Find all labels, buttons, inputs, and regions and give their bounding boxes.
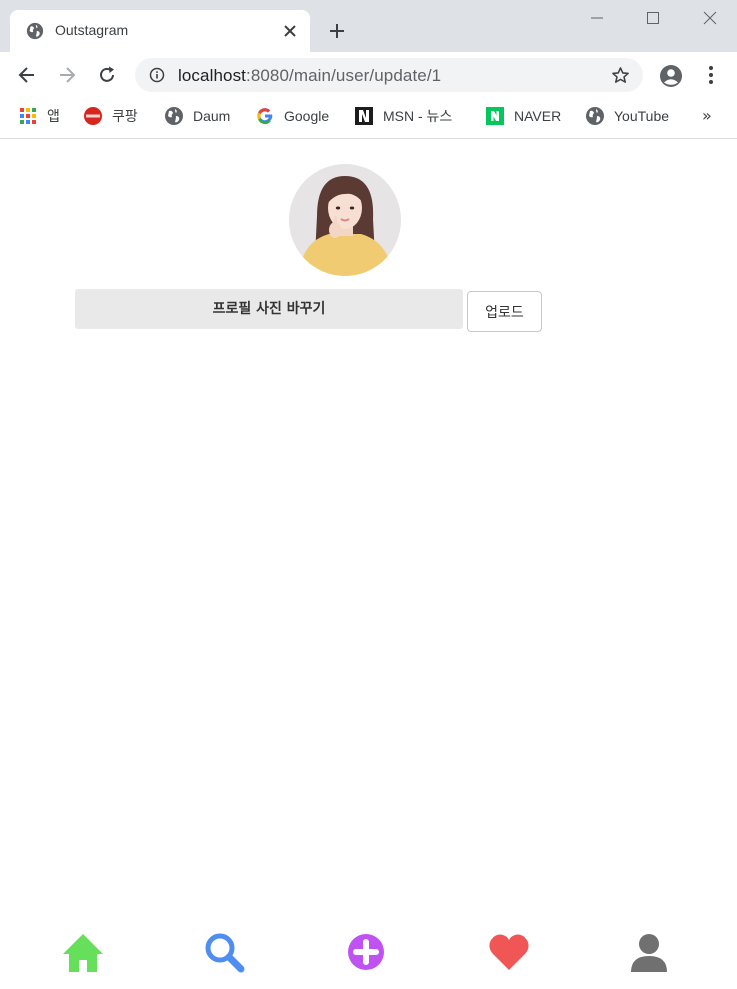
bookmark-label: Daum — [193, 108, 231, 124]
back-arrow-icon[interactable] — [17, 65, 37, 85]
new-tab-plus-icon[interactable] — [328, 22, 346, 40]
bookmark-label: MSN - 뉴스 — [383, 108, 453, 124]
bottom-nav — [0, 920, 737, 989]
close-icon[interactable] — [282, 23, 298, 39]
bookmark-star-icon[interactable] — [611, 66, 630, 85]
upload-button[interactable]: 업로드 — [467, 291, 542, 332]
profile-photo — [289, 164, 401, 276]
browser-toolbar: localhost:8080/main/user/update/1 — [0, 52, 737, 98]
plus-circle-icon[interactable] — [344, 930, 388, 974]
google-icon — [257, 108, 273, 125]
tab-title: Outstagram — [55, 22, 129, 38]
bookmark-youtube[interactable]: YouTube — [585, 105, 669, 127]
search-icon[interactable] — [202, 930, 246, 974]
bookmark-naver[interactable]: NAVER — [485, 105, 561, 127]
tab-outstagram[interactable]: Outstagram — [10, 10, 310, 52]
bookmarks-overflow-button[interactable]: » — [702, 106, 712, 125]
apps-grid-icon — [20, 108, 36, 124]
globe-icon — [26, 22, 44, 40]
url-host: localhost — [178, 66, 246, 85]
reload-icon[interactable] — [97, 65, 117, 85]
bookmark-label: 쿠팡 — [112, 108, 138, 124]
address-bar[interactable]: localhost:8080/main/user/update/1 — [135, 58, 643, 92]
bookmark-google[interactable]: Google — [255, 105, 329, 127]
bookmark-coupang[interactable]: 쿠팡 — [83, 105, 138, 127]
window-close-icon[interactable] — [700, 8, 720, 28]
account-icon[interactable] — [659, 64, 683, 88]
url-path: :8080/main/user/update/1 — [246, 66, 442, 85]
url-text[interactable]: localhost:8080/main/user/update/1 — [178, 66, 441, 86]
bookmark-label: 앱 — [47, 108, 60, 124]
home-icon[interactable] — [61, 930, 105, 974]
minimize-icon[interactable] — [587, 8, 607, 28]
bookmark-msn[interactable]: MSN - 뉴스 — [354, 105, 452, 127]
tab-strip: Outstagram — [0, 0, 737, 52]
forward-arrow-icon[interactable] — [57, 65, 77, 85]
user-icon[interactable] — [627, 930, 671, 974]
bookmark-apps[interactable]: 앱 — [18, 105, 60, 127]
bookmark-daum[interactable]: Daum — [164, 105, 230, 127]
bookmarks-bar: 앱 쿠팡 Daum Google MSN - 뉴스 NAVER YouTube … — [0, 98, 737, 139]
more-vert-icon[interactable] — [700, 64, 722, 86]
heart-icon[interactable] — [487, 930, 531, 974]
profile-avatar — [289, 164, 401, 276]
info-icon[interactable] — [149, 67, 165, 83]
globe-icon — [586, 107, 604, 125]
globe-icon — [165, 107, 183, 125]
naver-icon — [486, 107, 504, 125]
bookmark-label: NAVER — [514, 108, 562, 124]
bookmark-label: Google — [284, 108, 330, 124]
msn-icon — [355, 107, 373, 125]
maximize-icon[interactable] — [643, 8, 663, 28]
bookmark-label: YouTube — [614, 108, 670, 124]
coupang-icon — [84, 107, 102, 125]
change-profile-photo-label[interactable]: 프로필 사진 바꾸기 — [75, 289, 463, 329]
